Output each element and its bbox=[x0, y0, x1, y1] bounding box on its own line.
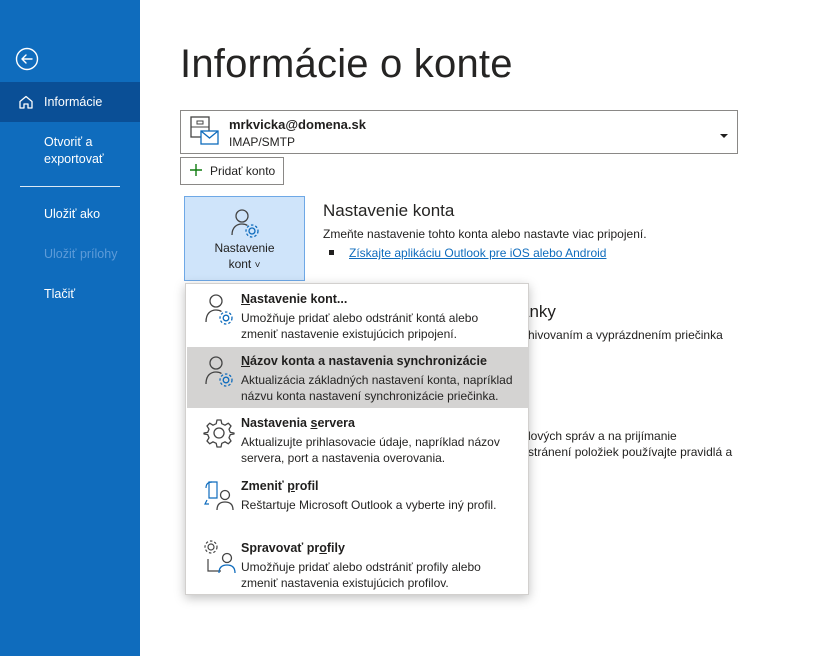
section-desc-partial: lových správ a na prijímanie bbox=[528, 429, 677, 443]
account-settings-label: Nastavenie bbox=[214, 241, 275, 255]
outlook-mobile-link[interactable]: Získajte aplikáciu Outlook pre iOS alebo… bbox=[349, 246, 606, 260]
sidebar: Informácie Otvoriť a exportovať Uložiť a… bbox=[0, 0, 140, 656]
menu-item-title: Názov konta a nastavenia synchronizácie bbox=[241, 354, 487, 368]
sidebar-item-info[interactable]: Informácie bbox=[0, 82, 140, 122]
account-settings-label-2: kont ˅ bbox=[228, 257, 261, 271]
section-description: Zmeňte nastavenie tohto konta alebo nast… bbox=[323, 227, 647, 241]
sidebar-item-label: Informácie bbox=[44, 95, 103, 109]
account-settings-button[interactable]: Nastavenie kont ˅ bbox=[184, 196, 305, 281]
menu-item-description: Umožňuje pridať alebo odstrániť kontá al… bbox=[241, 311, 479, 341]
add-account-button[interactable]: Pridať konto bbox=[180, 157, 284, 185]
menu-item-account-settings[interactable]: Nastavenie kont... Umožňuje pridať alebo… bbox=[187, 284, 529, 346]
sidebar-item-label: Uložiť prílohy bbox=[44, 247, 118, 261]
menu-item-title: Zmeniť profil bbox=[241, 479, 319, 493]
menu-item-account-name-sync[interactable]: Názov konta a nastavenia synchronizácie … bbox=[187, 347, 529, 408]
back-arrow-icon[interactable] bbox=[15, 47, 39, 71]
account-email: mrkvicka@domena.sk bbox=[229, 117, 366, 132]
sidebar-item-label: Tlačiť bbox=[44, 287, 76, 301]
menu-item-manage-profiles[interactable]: Spravovať profily Umožňuje pridať alebo … bbox=[187, 534, 529, 594]
menu-item-server-settings[interactable]: Nastavenia servera Aktualizujte prihlaso… bbox=[187, 409, 529, 471]
account-settings-menu: Nastavenie kont... Umožňuje pridať alebo… bbox=[185, 283, 529, 595]
chevron-down-icon: ˅ bbox=[254, 260, 261, 271]
switch-profile-icon bbox=[203, 478, 237, 517]
section-desc-partial: stránení položiek používajte pravidlá a bbox=[528, 445, 733, 459]
menu-item-description: Aktualizácia základných nastavení konta,… bbox=[241, 373, 513, 403]
section-title: Nastavenie konta bbox=[323, 201, 455, 220]
account-selector[interactable]: mrkvicka@domena.sk IMAP/SMTP bbox=[180, 110, 738, 154]
dropdown-caret-icon[interactable] bbox=[719, 127, 729, 145]
account-type: IMAP/SMTP bbox=[229, 135, 296, 149]
gear-icon bbox=[203, 417, 235, 454]
sidebar-item-label: exportovať bbox=[44, 152, 104, 166]
home-icon bbox=[18, 94, 34, 115]
bullet-icon bbox=[329, 250, 334, 255]
plus-icon bbox=[189, 163, 203, 180]
menu-item-title: Nastavenia servera bbox=[241, 416, 355, 430]
manage-profiles-icon bbox=[203, 539, 237, 580]
page-title: Informácie o konte bbox=[180, 42, 513, 86]
user-gear-icon bbox=[203, 292, 235, 331]
sidebar-divider bbox=[20, 186, 120, 187]
mail-account-icon bbox=[189, 115, 221, 152]
menu-item-description: Reštartuje Microsoft Outlook a vyberte i… bbox=[241, 498, 497, 512]
menu-item-description: Umožňuje pridať alebo odstrániť profily … bbox=[241, 560, 481, 590]
user-gear-icon bbox=[229, 207, 261, 242]
add-account-label: Pridať konto bbox=[210, 164, 276, 178]
menu-item-title: Spravovať profily bbox=[241, 541, 345, 555]
menu-item-change-profile[interactable]: Zmeniť profil Reštartuje Microsoft Outlo… bbox=[187, 472, 529, 530]
sidebar-item-label: Otvoriť a bbox=[44, 135, 93, 149]
menu-item-description: Aktualizujte prihlasovacie údaje, naprík… bbox=[241, 435, 500, 465]
user-gear-icon bbox=[203, 354, 235, 393]
sidebar-item-label: Uložiť ako bbox=[44, 207, 101, 221]
menu-item-title: Nastavenie kont... bbox=[241, 292, 348, 306]
section-desc-partial: hivovaním a vyprázdnením priečinka bbox=[528, 328, 723, 342]
